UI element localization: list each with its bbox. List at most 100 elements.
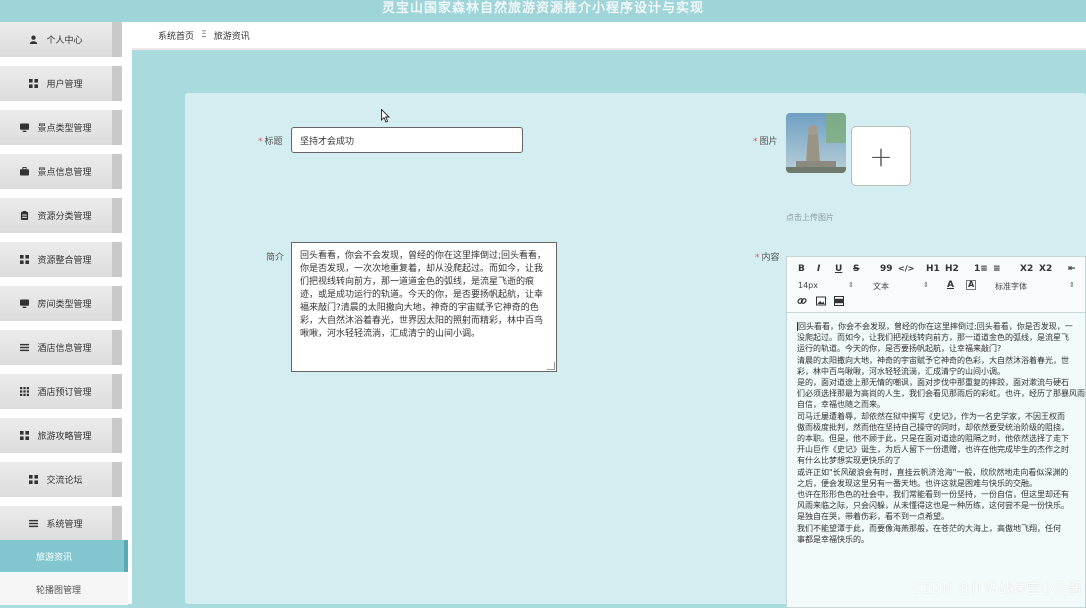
title-label: * 标题 [258, 137, 283, 147]
heading2-button[interactable]: H2 [945, 264, 959, 274]
intro-textarea[interactable]: 回头看看，你会不会发现，曾经的你在这里摔倒过;回头看看，你是否发现，一次次地重复… [291, 242, 557, 372]
sidebar-item-travel-guides[interactable]: 旅游攻略管理 [0, 418, 122, 453]
subscript-button[interactable]: X2 [1020, 264, 1033, 274]
title-input[interactable]: 坚持才会成功 [291, 127, 523, 153]
app-title: 灵宝山国家森林自然旅游资源推介小程序设计与实现 [381, 1, 704, 16]
grid-icon [20, 431, 30, 440]
link-icon[interactable] [797, 296, 807, 309]
sidebar-item-label: 交流论坛 [46, 476, 83, 486]
top-header: 灵宝山国家森林自然旅游资源推介小程序设计与实现 [0, 0, 1086, 22]
image-label: * 图片 [753, 137, 778, 147]
uploaded-image-thumbnail[interactable] [786, 113, 846, 173]
sidebar-item-users[interactable]: 用户管理 [0, 66, 122, 101]
editor-line: 的本职。但是，他不顾于此，只是在面对道途的阻隔之时，他依然选择了走下 [797, 434, 1069, 444]
strikethrough-button[interactable]: S [853, 264, 859, 274]
rich-text-editor: B I U S 99 </> H1 H2 1≡ ≡ X2 X2 ⇤ 14px ⇕… [786, 256, 1086, 608]
sidebar-item-resource-category[interactable]: 资源分类管理 [0, 198, 122, 233]
sidebar-item-label: 酒店预订管理 [37, 388, 92, 398]
background-color-button[interactable]: A [966, 280, 977, 290]
grid-icon [29, 79, 39, 88]
sidebar-item-label: 房间类型管理 [37, 300, 92, 310]
sidebar-subitem-travel-news[interactable]: 旅游资讯 [0, 540, 128, 572]
editor-line: 运行的轨道。今天的你，是否要扬帆起航，让幸福来敲门? [797, 344, 1002, 354]
plus-icon: + [869, 139, 893, 173]
editor-line: 是独自在哭，带着伤彩，看不到一点希望。 [797, 512, 949, 522]
sidebar: 个人中心 用户管理 景点类型管理 景点信息管理 资源分类管理 资源整合管理 房间… [0, 22, 132, 605]
content-label: * 内容 [755, 253, 780, 263]
breadcrumb-home[interactable]: 系统首页 [158, 29, 194, 42]
sidebar-item-label: 资源分类管理 [37, 212, 92, 222]
font-size-select[interactable]: 14px [798, 281, 818, 290]
sidebar-item-label: 资源整合管理 [37, 256, 92, 266]
upload-hint: 点击上传图片 [786, 213, 834, 222]
editor-line: 清晨的太阳撒向大地，神奇的宇宙赋予它神奇的色彩，大自然沐浴着春光，世 [797, 355, 1069, 365]
list-icon [20, 343, 30, 352]
editor-content[interactable]: 回头看看，你会不会发现，曾经的你在这里摔倒过;回头看看，你是否发现，一 没爬起过… [787, 313, 1085, 545]
editor-line: 我们不能望潭于此，而要像海燕那般，在苍茫的大海上，高傲地飞翔，任何 [797, 523, 1061, 533]
grid-icon [29, 475, 39, 484]
sidebar-item-scenic-info[interactable]: 景点信息管理 [0, 154, 122, 189]
text-color-button[interactable]: A [947, 280, 954, 290]
editor-line: 之后，便会发现这里另有一番天地。也许这就是困难与快乐的交融。 [797, 478, 1037, 488]
monitor-icon [20, 299, 30, 308]
header-select[interactable]: 文本 [873, 281, 889, 292]
blockquote-button[interactable]: 99 [880, 264, 893, 274]
resize-handle[interactable] [547, 362, 555, 370]
superscript-button[interactable]: X2 [1039, 264, 1052, 274]
bold-button[interactable]: B [798, 264, 805, 274]
mouse-pointer-icon [381, 108, 391, 126]
list-icon [29, 519, 39, 528]
chevron-updown-icon: ⇕ [923, 281, 929, 289]
sidebar-subitem-label: 轮播图管理 [36, 585, 82, 596]
grid-icon [20, 387, 30, 396]
chevron-updown-icon: ⇕ [1069, 281, 1075, 289]
editor-line: 们必须选择那最为高尚的人生，我们会看见那雨后的彩虹。也许，经历了那暴风雨的 [797, 389, 1085, 399]
briefcase-icon [20, 167, 30, 176]
upload-image-button[interactable]: + [851, 126, 911, 186]
code-block-button[interactable]: </> [898, 264, 914, 273]
editor-line: 没爬起过。而如今，让我们把视线转向前方，那一道道金色的弧线，是流星飞 [797, 333, 1069, 343]
person-icon [29, 35, 38, 44]
sidebar-item-label: 旅游攻略管理 [37, 432, 92, 442]
grid-icon [20, 255, 30, 264]
ordered-list-button[interactable]: 1≡ [974, 264, 988, 274]
sidebar-item-label: 用户管理 [46, 80, 83, 90]
underline-button[interactable]: U [835, 264, 842, 274]
editor-line: 风雨来临之际，只会闪躲，从未懂得这也是一种历练，这何尝不是一份快乐。 [797, 501, 1069, 511]
indent-button[interactable]: ⇤ [1068, 264, 1076, 274]
editor-line: 自信，幸福也随之而来。 [797, 400, 885, 410]
sidebar-subitem-carousel[interactable]: 轮播图管理 [0, 573, 128, 605]
font-family-select[interactable]: 标准字体 [995, 281, 1027, 292]
editor-toolbar: B I U S 99 </> H1 H2 1≡ ≡ X2 X2 ⇤ 14px ⇕… [787, 257, 1085, 313]
sidebar-item-label: 个人中心 [46, 36, 83, 46]
sidebar-item-label: 系统管理 [46, 520, 83, 530]
sidebar-item-hotel-info[interactable]: 酒店信息管理 [0, 330, 122, 365]
monitor-icon [20, 123, 30, 132]
sidebar-item-hotel-booking[interactable]: 酒店预订管理 [0, 374, 122, 409]
editor-line: 是的，面对道途上那无情的嘲讽，面对步伐中那重复的摔跤，面对漱流与硬石 [797, 378, 1069, 388]
sidebar-item-scenic-types[interactable]: 景点类型管理 [0, 110, 122, 145]
breadcrumb: 系统首页 Ξ 旅游资讯 [132, 22, 1086, 50]
editor-line: 有什么比梦想实现更快乐的了 [797, 456, 901, 466]
image-icon[interactable] [816, 296, 826, 309]
breadcrumb-current: 旅游资讯 [213, 31, 250, 42]
sidebar-item-forum[interactable]: 交流论坛 [0, 462, 122, 497]
editor-line: 事都是幸福快乐的。 [797, 534, 869, 544]
video-icon[interactable] [834, 296, 844, 309]
editor-line: 也许在形形色色的社会中，我们常能看到一份坚持，一份自信，但这里却还有 [797, 490, 1069, 500]
editor-line: 彩，林中百鸟啾啾，河水轻轻流淌，汇成清宁的山间小调。 [797, 366, 1005, 376]
editor-line: 司马迁屡遭着辱，却依然在狱中撰写《史记》，作为一名史学家，不因王权而 [797, 411, 1065, 421]
sidebar-item-profile[interactable]: 个人中心 [0, 22, 122, 57]
sidebar-item-label: 景点信息管理 [37, 168, 92, 178]
watermark: CSDN @IT实战课堂小元酱 [912, 581, 1082, 597]
sidebar-item-resource-integration[interactable]: 资源整合管理 [0, 242, 122, 277]
editor-line: 或许正如"长风破浪会有时，直挂云帆济沧海"一般，欣欣然地走向看似深渊的 [797, 467, 1069, 477]
heading1-button[interactable]: H1 [926, 264, 940, 274]
bullet-list-button[interactable]: ≡ [993, 264, 1001, 274]
editor-line: 回头看看，你会不会发现，曾经的你在这里摔倒过;回头看看，你是否发现，一 [797, 322, 1073, 331]
sidebar-item-system[interactable]: 系统管理 [0, 506, 122, 541]
clipboard-icon [20, 211, 29, 220]
sidebar-item-room-types[interactable]: 房间类型管理 [0, 286, 122, 321]
sidebar-item-label: 景点类型管理 [37, 124, 92, 134]
italic-button[interactable]: I [817, 264, 820, 274]
